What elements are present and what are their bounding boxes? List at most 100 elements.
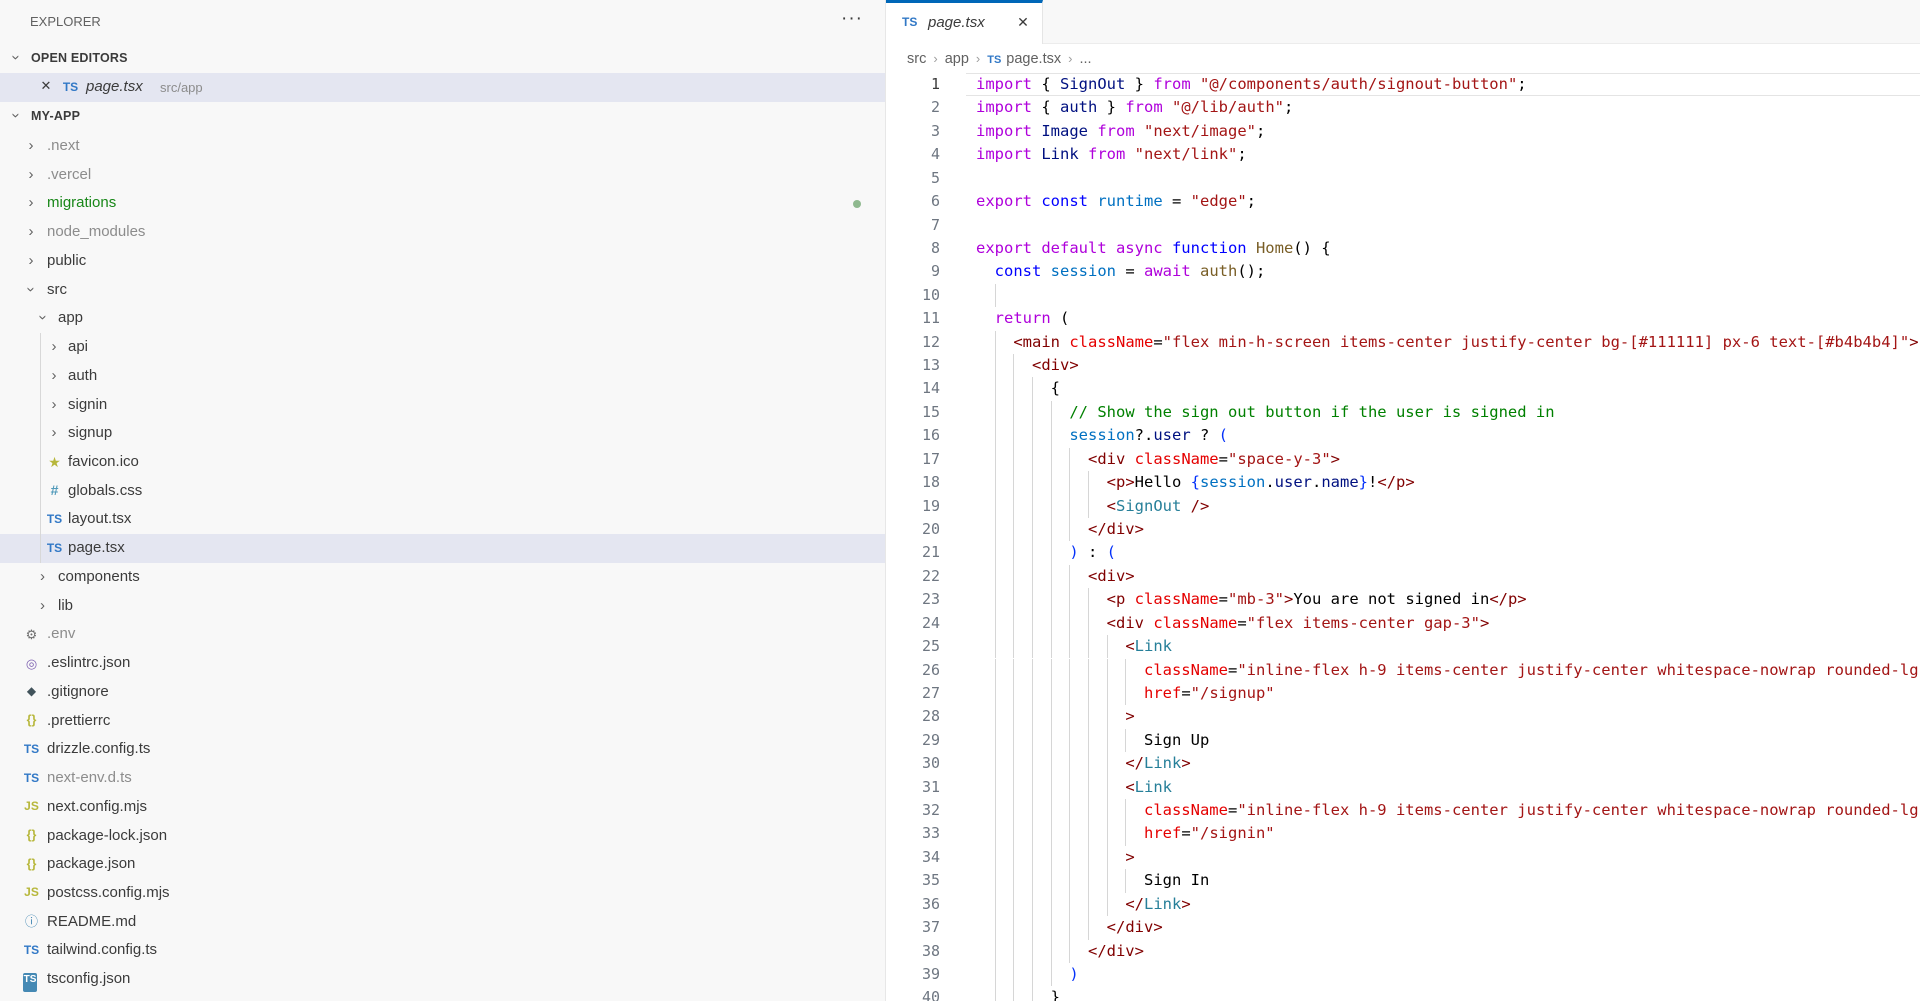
- code-line[interactable]: 13 <div>: [886, 354, 1920, 377]
- code-line[interactable]: 27 href="/signup": [886, 682, 1920, 705]
- code-line[interactable]: 15 // Show the sign out button if the us…: [886, 401, 1920, 424]
- code-line[interactable]: 2import { auth } from "@/lib/auth";: [886, 96, 1920, 119]
- sidebar-item-next.config.mjs[interactable]: JSnext.config.mjs: [0, 793, 885, 822]
- sidebar-item-public[interactable]: ›public: [0, 247, 885, 276]
- code-line[interactable]: 31 <Link: [886, 776, 1920, 799]
- code-line[interactable]: 22 <div>: [886, 565, 1920, 588]
- code-line-text: <p className="mb-3">You are not signed i…: [976, 588, 1527, 611]
- code-line-text: <div className="flex items-center gap-3"…: [976, 612, 1489, 635]
- sidebar-item-signup[interactable]: ›signup: [0, 419, 885, 448]
- sidebar-item-package-lock.json[interactable]: {}package-lock.json: [0, 822, 885, 851]
- open-editors-header[interactable]: › OPEN EDITORS: [0, 44, 885, 73]
- sidebar-item-next-env.d.ts[interactable]: TSnext-env.d.ts: [0, 764, 885, 793]
- code-line-text: href="/signup": [976, 682, 1275, 705]
- sidebar-item-lib[interactable]: ›lib: [0, 592, 885, 621]
- code-line[interactable]: 9 const session = await auth();: [886, 260, 1920, 283]
- close-tab-icon[interactable]: ✕: [1014, 14, 1032, 31]
- breadcrumb-item-src[interactable]: src: [907, 51, 926, 67]
- code-line[interactable]: 5: [886, 167, 1920, 190]
- open-editor-item-page.tsx[interactable]: ✕TSpage.tsxsrc/app: [0, 73, 885, 102]
- breadcrumb-item-app[interactable]: app: [945, 51, 969, 67]
- sidebar-item-layout.tsx[interactable]: TS layout.tsx: [0, 505, 885, 534]
- code-line[interactable]: 10: [886, 284, 1920, 307]
- sidebar-item-drizzle.config.ts[interactable]: TSdrizzle.config.ts: [0, 735, 885, 764]
- sidebar-item-signin[interactable]: ›signin: [0, 391, 885, 420]
- code-line[interactable]: 26 className="inline-flex h-9 items-cent…: [886, 659, 1920, 682]
- item-label: favicon.ico: [68, 453, 139, 470]
- sidebar-item-.gitignore[interactable]: ◆.gitignore: [0, 678, 885, 707]
- code-line[interactable]: 20 </div>: [886, 518, 1920, 541]
- sidebar-item-auth[interactable]: ›auth: [0, 362, 885, 391]
- code-line-text: session?.user ? (: [976, 424, 1228, 447]
- code-line[interactable]: 18 <p>Hello {session.user.name}!</p>: [886, 471, 1920, 494]
- code-line[interactable]: 24 <div className="flex items-center gap…: [886, 612, 1920, 635]
- sidebar-item-favicon.ico[interactable]: ★ favicon.ico: [0, 448, 885, 477]
- code-line[interactable]: 1import { SignOut } from "@/components/a…: [886, 73, 1920, 96]
- code-line[interactable]: 14 {: [886, 377, 1920, 400]
- chevron-right-icon: ›: [23, 166, 39, 183]
- chevron-right-icon: ›: [46, 367, 62, 384]
- sidebar-item-globals.css[interactable]: #globals.css: [0, 477, 885, 506]
- code-line[interactable]: 12 <main className="flex min-h-screen it…: [886, 331, 1920, 354]
- code-line[interactable]: 25 <Link: [886, 635, 1920, 658]
- code-line[interactable]: 19 <SignOut />: [886, 495, 1920, 518]
- code-line[interactable]: 28 >: [886, 705, 1920, 728]
- item-label: next.config.mjs: [47, 798, 147, 815]
- sidebar-item-.next[interactable]: ›.next: [0, 132, 885, 161]
- sidebar-item-node_modules[interactable]: ›node_modules: [0, 218, 885, 247]
- code-line[interactable]: 36 </Link>: [886, 893, 1920, 916]
- chevron-right-icon: ›: [976, 51, 980, 66]
- code-line[interactable]: 33 href="/signin": [886, 822, 1920, 845]
- workspace-root-header[interactable]: › MY-APP: [0, 102, 885, 131]
- item-label: layout.tsx: [68, 510, 131, 527]
- code-line[interactable]: 37 </div>: [886, 916, 1920, 939]
- sidebar-item-api[interactable]: ›api: [0, 333, 885, 362]
- sidebar-item-components[interactable]: ›components: [0, 563, 885, 592]
- code-line[interactable]: 23 <p className="mb-3">You are not signe…: [886, 588, 1920, 611]
- sidebar-item-package.json[interactable]: {}package.json: [0, 850, 885, 879]
- sidebar-item-tsconfig.json[interactable]: TStsconfig.json: [0, 965, 885, 994]
- code-line-text: </div>: [976, 518, 1144, 541]
- star-file-icon: ★: [46, 453, 63, 472]
- code-line[interactable]: 38 </div>: [886, 940, 1920, 963]
- sidebar-item-page.tsx[interactable]: TSpage.tsx: [0, 534, 885, 563]
- sidebar-item-.prettierrc[interactable]: {}.prettierrc: [0, 707, 885, 736]
- code-editor[interactable]: 1import { SignOut } from "@/components/a…: [886, 73, 1920, 1001]
- breadcrumb-item-page-tsx[interactable]: TSpage.tsx: [987, 51, 1061, 67]
- sidebar-item-README.md[interactable]: ⓘREADME.md: [0, 908, 885, 937]
- sidebar-item-.vercel[interactable]: ›.vercel: [0, 161, 885, 190]
- sidebar-item-.env[interactable]: ⚙.env: [0, 620, 885, 649]
- code-line[interactable]: 7: [886, 214, 1920, 237]
- code-line[interactable]: 11 return (: [886, 307, 1920, 330]
- line-number: 14: [886, 377, 940, 400]
- code-line[interactable]: 29 Sign Up: [886, 729, 1920, 752]
- code-line[interactable]: 17 <div className="space-y-3">: [886, 448, 1920, 471]
- code-line[interactable]: 21 ) : (: [886, 541, 1920, 564]
- code-line[interactable]: 39 ): [886, 963, 1920, 986]
- sidebar-item-app[interactable]: ›app: [0, 304, 885, 333]
- ts-file-icon: TS: [46, 510, 63, 529]
- code-line[interactable]: 32 className="inline-flex h-9 items-cent…: [886, 799, 1920, 822]
- code-line[interactable]: 6export const runtime = "edge";: [886, 190, 1920, 213]
- git-file-icon: ◆: [23, 682, 40, 701]
- sidebar-item-postcss.config.mjs[interactable]: JSpostcss.config.mjs: [0, 879, 885, 908]
- sidebar-item-src[interactable]: ›src: [0, 276, 885, 305]
- close-editor-icon[interactable]: ✕: [38, 78, 54, 94]
- code-line[interactable]: 16 session?.user ? (: [886, 424, 1920, 447]
- sidebar-item-migrations[interactable]: ›migrations: [0, 189, 885, 218]
- sidebar-item-tailwind.config.ts[interactable]: TStailwind.config.ts: [0, 936, 885, 965]
- line-number: 2: [886, 96, 940, 119]
- code-line[interactable]: 3import Image from "next/image";: [886, 120, 1920, 143]
- code-line[interactable]: 4import Link from "next/link";: [886, 143, 1920, 166]
- sidebar-item-.eslintrc.json[interactable]: ◎.eslintrc.json: [0, 649, 885, 678]
- code-line[interactable]: 35 Sign In: [886, 869, 1920, 892]
- tab-page-tsx[interactable]: TS page.tsx ✕: [886, 0, 1043, 44]
- code-line[interactable]: 30 </Link>: [886, 752, 1920, 775]
- code-line[interactable]: 8export default async function Home() {: [886, 237, 1920, 260]
- code-line-text: >: [976, 705, 1135, 728]
- breadcrumb-item--[interactable]: ...: [1079, 51, 1091, 67]
- more-actions-icon[interactable]: ···: [841, 8, 863, 30]
- typescript-icon: TS: [62, 78, 79, 97]
- code-line[interactable]: 40 }: [886, 986, 1920, 1001]
- code-line[interactable]: 34 >: [886, 846, 1920, 869]
